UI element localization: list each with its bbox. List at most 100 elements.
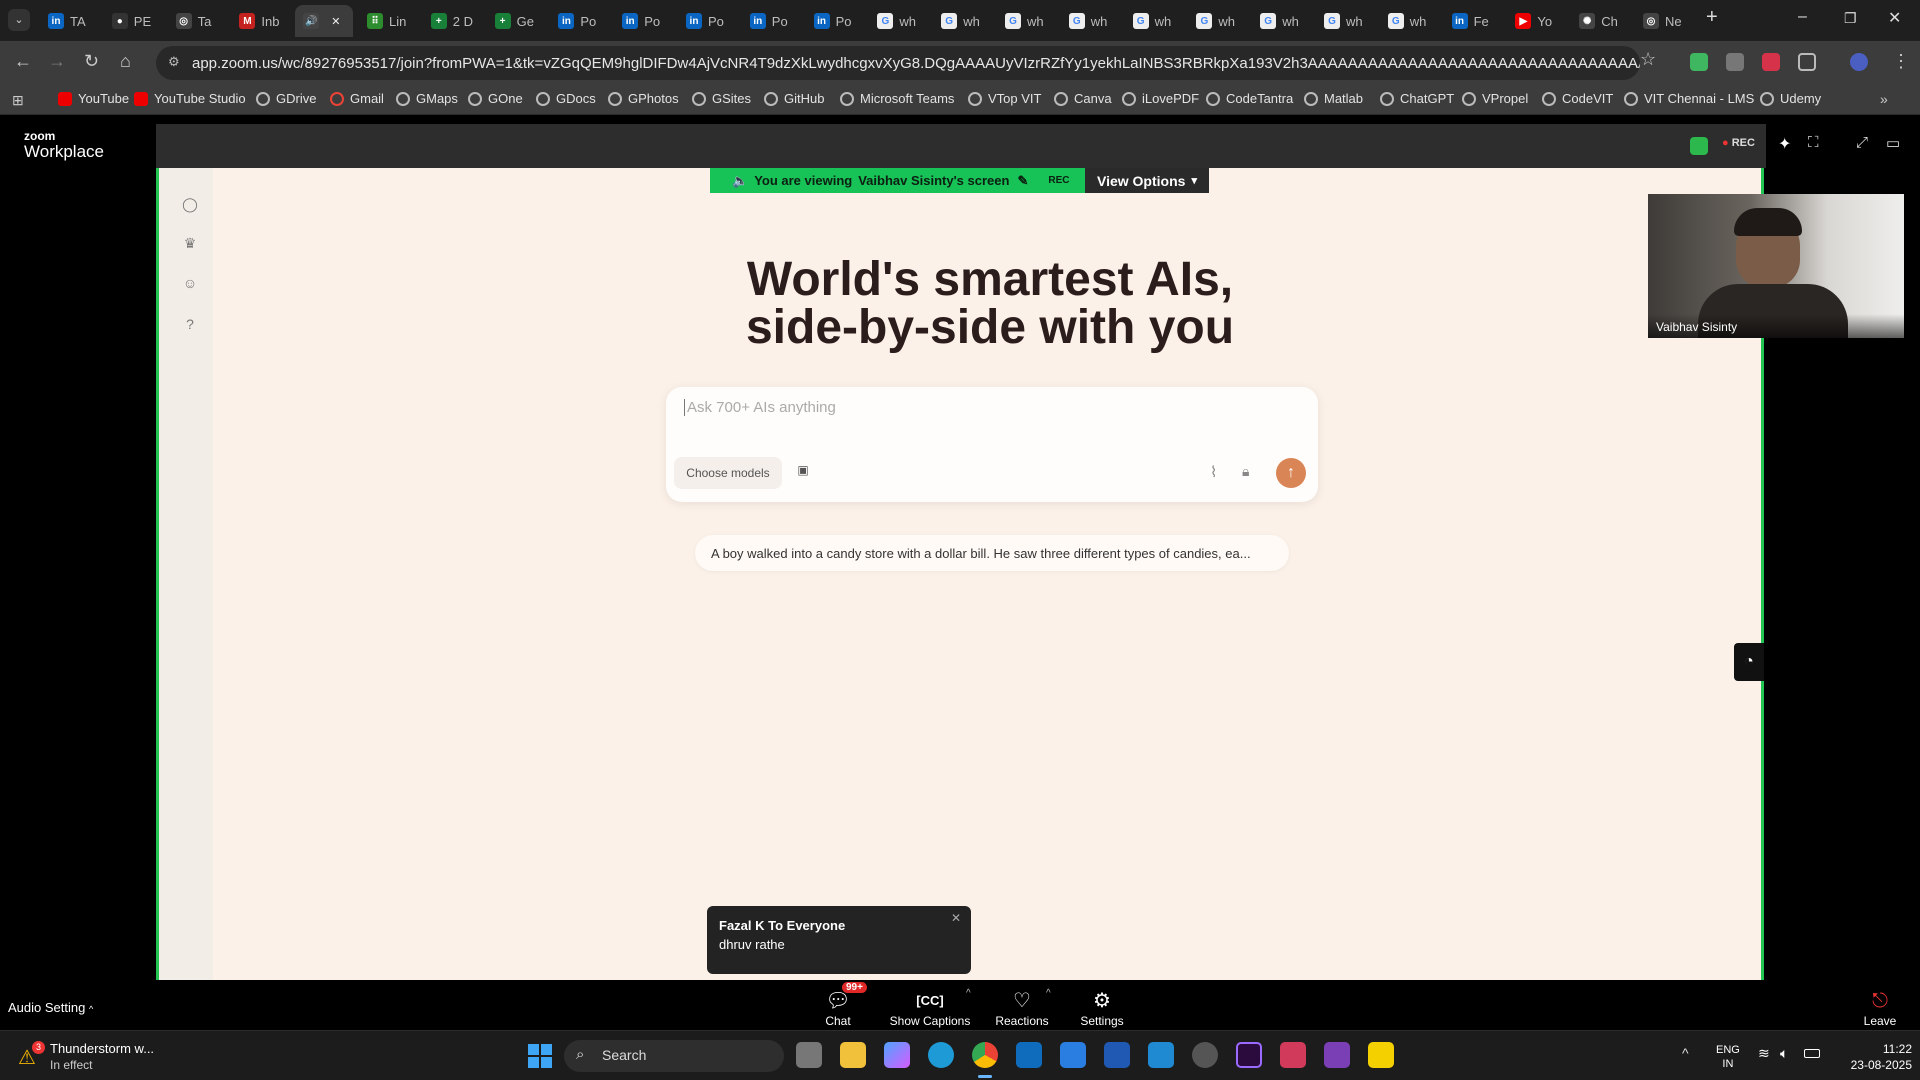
bookmark-item[interactable]: GOne	[468, 91, 523, 106]
browser-tab[interactable]: M Inb	[231, 5, 289, 37]
sparkle-icon[interactable]: ✦	[1778, 134, 1791, 154]
edge-icon[interactable]	[928, 1042, 954, 1068]
bookmark-item[interactable]: VTop VIT	[968, 91, 1041, 106]
reactions-caret-icon[interactable]: ^	[1046, 988, 1051, 999]
bookmark-item[interactable]: GPhotos	[608, 91, 679, 106]
chatgpt-icon[interactable]	[1192, 1042, 1218, 1068]
back-icon[interactable]: ←	[14, 51, 32, 72]
view-options-button[interactable]: View Options ▾	[1085, 168, 1209, 193]
send-button[interactable]: ↑	[1276, 458, 1306, 488]
task-view-icon[interactable]	[796, 1042, 822, 1068]
home-icon[interactable]: ⌂	[120, 51, 131, 72]
browser-tab[interactable]: Gwh	[1380, 5, 1438, 37]
bookmark-item[interactable]: CodeVIT	[1542, 91, 1613, 106]
bookmark-item[interactable]: YouTube	[58, 91, 129, 106]
chat-notification[interactable]: Fazal K To Everyone dhruv rathe ✕	[707, 906, 971, 974]
outlook-icon[interactable]	[1016, 1042, 1042, 1068]
tray-overflow-icon[interactable]: ^	[1682, 1045, 1689, 1061]
browser-tab[interactable]: in Po	[678, 5, 736, 37]
browser-tab[interactable]: Gwh	[1252, 5, 1310, 37]
clock[interactable]: 11:22 23-08-2025	[1836, 1041, 1912, 1073]
apps-grid-icon[interactable]: ⊞	[12, 92, 24, 109]
browser-tab[interactable]: ◎ Ta	[168, 5, 226, 37]
crop-view-icon[interactable]: ⛶	[1808, 134, 1819, 151]
language-indicator[interactable]: ENG IN	[1716, 1043, 1740, 1071]
lock-icon[interactable]: 🔒︎	[1242, 463, 1249, 480]
browser-tab[interactable]: ● PE	[104, 5, 162, 37]
extensions-puzzle-icon[interactable]	[1798, 53, 1816, 71]
bookmark-item[interactable]: GDocs	[536, 91, 596, 106]
taskbar-search[interactable]: ⌕ Search	[564, 1040, 784, 1072]
browser-tab[interactable]: ✺ Ch	[1571, 5, 1629, 37]
captions-caret-icon[interactable]: ^	[966, 988, 971, 999]
suggestion-chip[interactable]: A boy walked into a candy store with a d…	[695, 535, 1289, 571]
copilot-icon[interactable]	[884, 1042, 910, 1068]
vscode-icon[interactable]	[1148, 1042, 1174, 1068]
browser-tab[interactable]: ◎ Ne	[1635, 5, 1693, 37]
more-bookmarks-icon[interactable]: »	[1880, 91, 1888, 107]
bookmark-item[interactable]: Udemy	[1760, 91, 1821, 106]
bookmark-item[interactable]: Matlab	[1304, 91, 1363, 106]
bookmark-item[interactable]: iLovePDF	[1122, 91, 1199, 106]
browser-tab[interactable]: in Po	[614, 5, 672, 37]
browser-tab[interactable]: Gwh	[997, 5, 1055, 37]
browser-tab[interactable]: in Po	[550, 5, 608, 37]
browser-tab[interactable]: in Fe	[1444, 5, 1502, 37]
fullscreen-icon[interactable]: ⤢	[1856, 134, 1868, 151]
ask-input-box[interactable]: Ask 700+ AIs anything Choose models ▣ ⌇ …	[666, 387, 1318, 502]
bookmark-item[interactable]: Canva	[1054, 91, 1112, 106]
chat-button[interactable]: 💬︎ Chat 99+	[798, 980, 878, 1028]
onenote-icon[interactable]	[1324, 1042, 1350, 1068]
premiere-icon[interactable]	[1236, 1042, 1262, 1068]
browser-tab[interactable]: Gwh	[1125, 5, 1183, 37]
leave-button[interactable]: ⎋ Leave	[1840, 980, 1920, 1028]
snipping-tool-icon[interactable]	[1280, 1042, 1306, 1068]
sticky-notes-icon[interactable]	[1368, 1042, 1394, 1068]
browser-tab[interactable]: Gwh	[869, 5, 927, 37]
bookmark-item[interactable]: VPropel	[1462, 91, 1528, 106]
restore-icon[interactable]: ❐	[1844, 10, 1857, 27]
bookmark-item[interactable]: GMaps	[396, 91, 458, 106]
bookmark-item[interactable]: CodeTantra	[1206, 91, 1293, 106]
wifi-icon[interactable]: ≋	[1758, 1045, 1770, 1062]
bookmark-item[interactable]: GitHub	[764, 91, 824, 106]
volume-icon[interactable]: 🔈︎	[1780, 1045, 1788, 1062]
extension-shield-icon[interactable]	[1690, 53, 1708, 71]
browser-tab[interactable]: in Po	[806, 5, 864, 37]
bookmark-item[interactable]: VIT Chennai - LMS	[1624, 91, 1754, 106]
profile-avatar[interactable]	[1850, 53, 1868, 71]
bookmark-item[interactable]: GDrive	[256, 91, 316, 106]
close-icon[interactable]: ✕	[951, 911, 961, 925]
weather-widget[interactable]: ⚠ 3 Thunderstorm w... In effect	[18, 1041, 168, 1073]
ask-placeholder[interactable]: Ask 700+ AIs anything	[684, 399, 836, 416]
chat-bubble-icon[interactable]: ◯	[181, 196, 199, 214]
browser-tab[interactable]: Gwh	[1188, 5, 1246, 37]
view-layout-icon[interactable]: ▭	[1886, 134, 1900, 152]
browser-tab[interactable]: in TA	[40, 5, 98, 37]
audio-setting-button[interactable]: Audio Setting ^	[8, 1000, 93, 1015]
tab-close-icon[interactable]: ✕	[331, 15, 340, 28]
file-explorer-icon[interactable]	[840, 1042, 866, 1068]
extension-camera-icon[interactable]	[1726, 53, 1744, 71]
menu-kebab-icon[interactable]: ⋮	[1892, 51, 1910, 72]
browser-tab[interactable]: + Ge	[487, 5, 545, 37]
crown-icon[interactable]: ♛	[181, 235, 199, 253]
browser-tab[interactable]: ▶ Yo	[1507, 5, 1565, 37]
app-blue-icon[interactable]	[1104, 1042, 1130, 1068]
close-window-icon[interactable]: ✕	[1888, 8, 1901, 28]
browser-tab[interactable]: Gwh	[933, 5, 991, 37]
bookmark-star-icon[interactable]: ☆	[1640, 49, 1656, 70]
browser-tab[interactable]: 🔊 ✕	[295, 5, 354, 37]
browser-tab[interactable]: +2 D	[423, 5, 481, 37]
reload-icon[interactable]: ↻	[84, 51, 99, 72]
choose-models-button[interactable]: Choose models	[674, 457, 782, 489]
help-icon[interactable]: ?	[181, 316, 199, 334]
show-captions-button[interactable]: [CC] Show Captions	[884, 980, 976, 1028]
battery-icon[interactable]	[1804, 1049, 1820, 1058]
floating-side-button[interactable]: ◔	[1734, 643, 1764, 681]
attach-icon[interactable]: ⌇	[1210, 463, 1217, 481]
extension-pocket-icon[interactable]	[1762, 53, 1780, 71]
image-icon[interactable]: ▣	[792, 463, 814, 483]
user-icon[interactable]: ☺	[181, 275, 199, 293]
participant-video[interactable]: Vaibhav Sisinty	[1648, 194, 1904, 338]
